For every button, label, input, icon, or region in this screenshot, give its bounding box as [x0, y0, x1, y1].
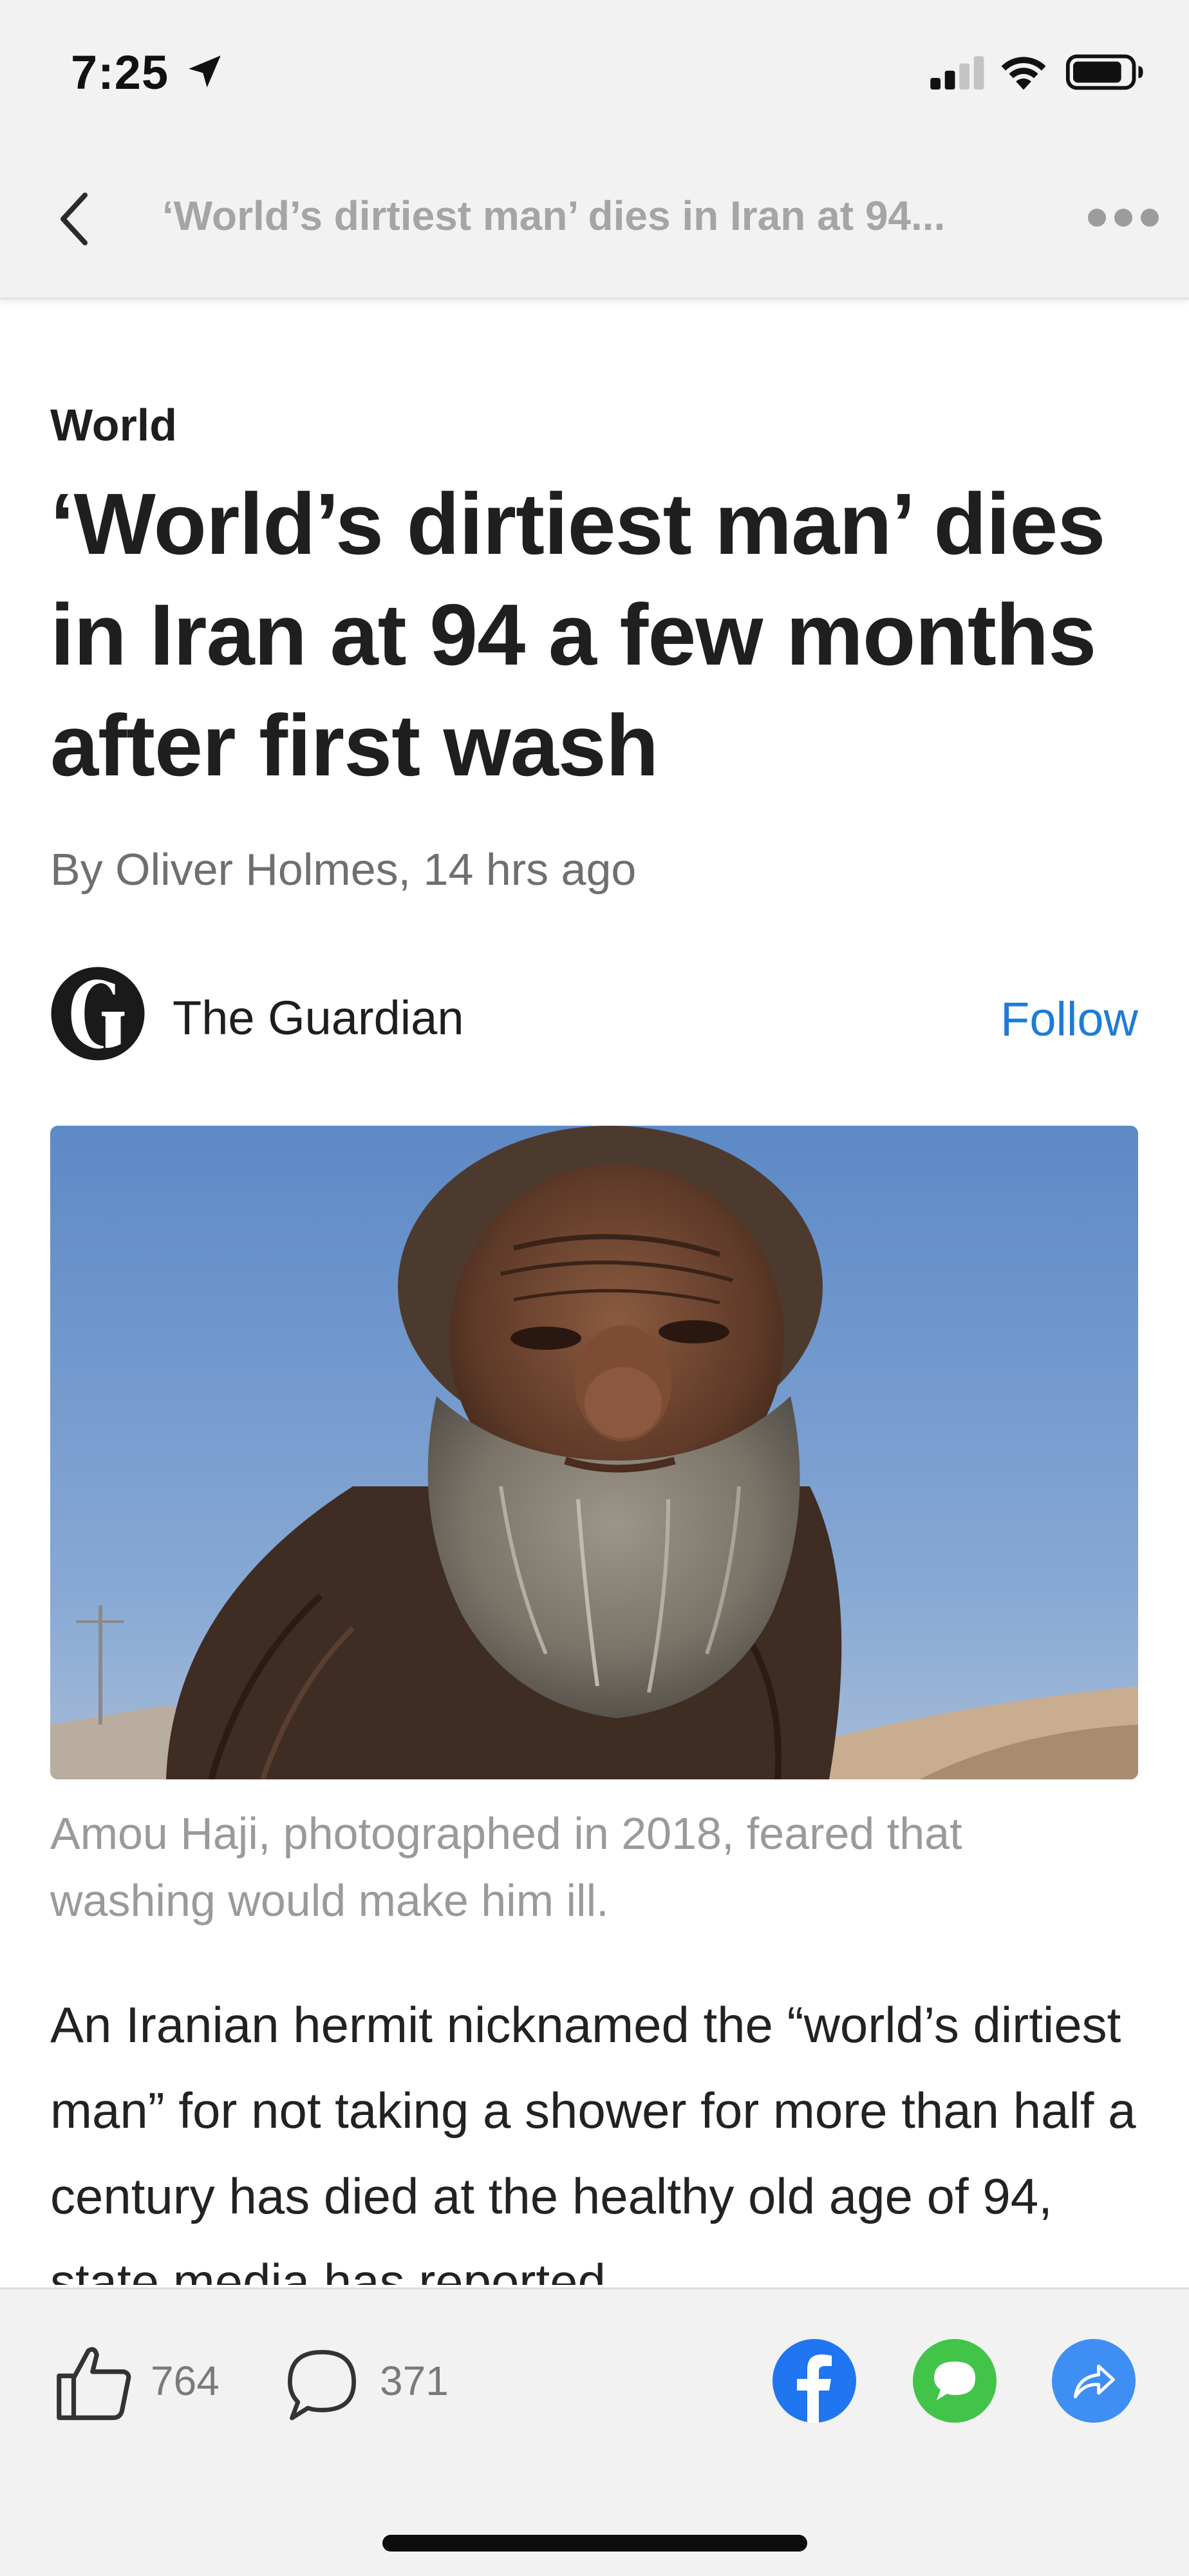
- back-button[interactable]: [51, 187, 97, 251]
- message-bubble-icon: [934, 2362, 975, 2400]
- dot-icon: [1088, 209, 1106, 227]
- follow-button[interactable]: Follow: [1000, 992, 1138, 1046]
- dot-icon: [1114, 209, 1132, 227]
- guardian-logo-icon[interactable]: [50, 966, 145, 1061]
- article-photo[interactable]: [50, 1126, 1138, 1779]
- status-time: 7:25: [71, 46, 169, 99]
- nav-title: ‘World’s dirtiest man’ dies in Iran at 9…: [162, 193, 946, 239]
- dot-icon: [1141, 209, 1159, 227]
- bottom-action-bar: [0, 2287, 1189, 2576]
- facebook-share-button[interactable]: [772, 2339, 856, 2423]
- share-forward-button[interactable]: [1052, 2339, 1136, 2423]
- thumbs-up-icon[interactable]: [53, 2340, 136, 2424]
- wifi-icon: [1001, 57, 1046, 90]
- publisher-name[interactable]: The Guardian: [173, 990, 464, 1045]
- facebook-icon: [797, 2354, 832, 2423]
- battery-icon: [1065, 54, 1143, 90]
- chevron-left-icon: [61, 193, 88, 245]
- share-arrow-icon: [1074, 2364, 1115, 2399]
- photo-caption: Amou Haji, photographed in 2018, feared …: [50, 1808, 962, 1926]
- messages-share-button[interactable]: [913, 2339, 997, 2423]
- byline: By Oliver Holmes, 14 hrs ago: [50, 844, 637, 895]
- more-options-button[interactable]: [1088, 205, 1159, 231]
- article-header: World ‘World’s dirtiest man’ dies in Ira…: [50, 399, 1138, 895]
- location-arrow-icon: [189, 55, 221, 88]
- comment-count: 371: [380, 2358, 449, 2404]
- home-indicator[interactable]: [382, 2535, 807, 2552]
- comment-icon[interactable]: [282, 2344, 362, 2424]
- headline: ‘World’s dirtiest man’ dies in Iran at 9…: [50, 475, 1105, 794]
- section-label[interactable]: World: [50, 399, 1138, 451]
- like-count: 764: [151, 2358, 220, 2404]
- signal-icon: [930, 56, 984, 90]
- publisher-row: The Guardian Follow: [50, 966, 1138, 1063]
- article-body: An Iranian hermit nicknamed the “world’s…: [50, 1996, 1136, 2285]
